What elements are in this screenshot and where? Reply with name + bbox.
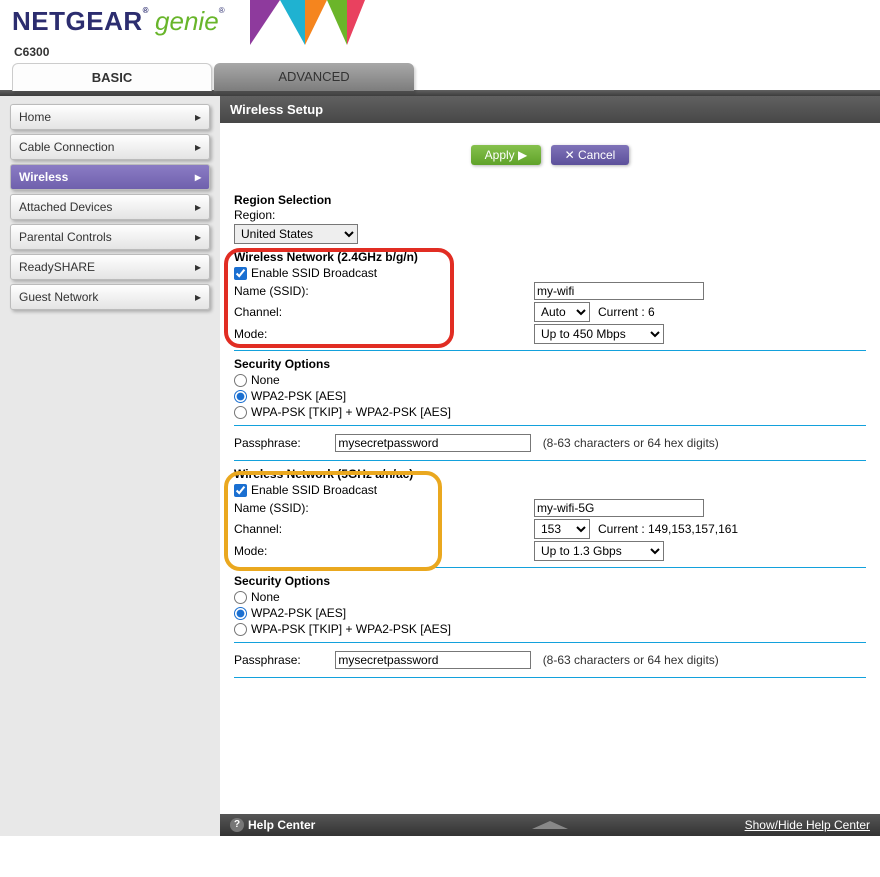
region-head: Region Selection xyxy=(234,193,866,207)
w24-channel-select[interactable]: Auto xyxy=(534,302,590,322)
sidebar-item-cable-connection[interactable]: Cable Connection ▸ xyxy=(10,134,210,160)
w5-enable-label: Enable SSID Broadcast xyxy=(251,483,377,497)
tab-basic[interactable]: BASIC xyxy=(12,63,212,91)
w5-enable-ssid-checkbox[interactable] xyxy=(234,484,247,497)
sec24-none-label: None xyxy=(251,373,280,387)
sec24-pass-input[interactable] xyxy=(335,434,531,452)
help-footer: ?Help Center Show/Hide Help Center xyxy=(220,814,880,836)
w24-mode-select[interactable]: Up to 450 Mbps xyxy=(534,324,664,344)
page-title: Wireless Setup xyxy=(220,96,880,123)
w5-channel-select[interactable]: 153 xyxy=(534,519,590,539)
sec5-pass-label: Passphrase: xyxy=(234,653,332,667)
sidebar-item-label: Cable Connection xyxy=(19,135,114,159)
sec24-mixed-label: WPA-PSK [TKIP] + WPA2-PSK [AES] xyxy=(251,405,451,419)
sidebar-item-label: ReadySHARE xyxy=(19,255,95,279)
chevron-right-icon: ▸ xyxy=(195,225,201,249)
sec24-wpa2-label: WPA2-PSK [AES] xyxy=(251,389,346,403)
w5-channel-current: Current : 149,153,157,161 xyxy=(598,522,738,536)
help-center-link[interactable]: ?Help Center xyxy=(230,818,315,832)
sec5-mixed-label: WPA-PSK [TKIP] + WPA2-PSK [AES] xyxy=(251,622,451,636)
apply-button[interactable]: Apply ▶ xyxy=(471,145,542,165)
model-label: C6300 xyxy=(0,39,880,63)
chevron-right-icon: ▸ xyxy=(195,285,201,309)
sidebar-item-parental-controls[interactable]: Parental Controls ▸ xyxy=(10,224,210,250)
sec5-pass-hint: (8-63 characters or 64 hex digits) xyxy=(543,653,719,667)
w5-mode-select[interactable]: Up to 1.3 Gbps xyxy=(534,541,664,561)
sidebar-item-attached-devices[interactable]: Attached Devices ▸ xyxy=(10,194,210,220)
chevron-right-icon: ▸ xyxy=(195,105,201,129)
sidebar-item-readyshare[interactable]: ReadySHARE ▸ xyxy=(10,254,210,280)
sec24-mixed-radio[interactable] xyxy=(234,406,247,419)
sidebar-item-label: Parental Controls xyxy=(19,225,112,249)
sec24-pass-label: Passphrase: xyxy=(234,436,332,450)
chevron-right-icon: ▸ xyxy=(195,255,201,279)
sidebar: Home ▸ Cable Connection ▸ Wireless ▸ Attach… xyxy=(0,96,220,836)
w5-mode-label: Mode: xyxy=(234,544,534,558)
w24-channel-label: Channel: xyxy=(234,305,534,319)
w24-enable-ssid-checkbox[interactable] xyxy=(234,267,247,280)
sidebar-item-label: Wireless xyxy=(19,165,68,189)
sec5-mixed-radio[interactable] xyxy=(234,623,247,636)
sidebar-item-wireless[interactable]: Wireless ▸ xyxy=(10,164,210,190)
caret-up-icon[interactable] xyxy=(532,821,568,829)
help-icon: ? xyxy=(230,818,244,832)
brand-name: NETGEAR® xyxy=(12,6,149,37)
w24-name-label: Name (SSID): xyxy=(234,284,534,298)
brand-sup: ® xyxy=(143,6,149,15)
brand-product: genie® xyxy=(155,6,225,37)
w5-ssid-input[interactable] xyxy=(534,499,704,517)
chevron-right-icon: ▸ xyxy=(195,165,201,189)
w24-ssid-input[interactable] xyxy=(534,282,704,300)
sec24-pass-hint: (8-63 characters or 64 hex digits) xyxy=(543,436,719,450)
sec5-wpa2-label: WPA2-PSK [AES] xyxy=(251,606,346,620)
tab-advanced[interactable]: ADVANCED xyxy=(214,63,414,91)
sec24-wpa2-radio[interactable] xyxy=(234,390,247,403)
sec5-wpa2-radio[interactable] xyxy=(234,607,247,620)
w24-head: Wireless Network (2.4GHz b/g/n) xyxy=(234,250,866,264)
w24-enable-label: Enable SSID Broadcast xyxy=(251,266,377,280)
brand-product-sup: ® xyxy=(219,6,225,15)
sidebar-item-label: Guest Network xyxy=(19,285,98,309)
sec5-pass-input[interactable] xyxy=(335,651,531,669)
sidebar-item-guest-network[interactable]: Guest Network ▸ xyxy=(10,284,210,310)
chevron-right-icon: ▸ xyxy=(195,195,201,219)
w24-channel-current: Current : 6 xyxy=(598,305,655,319)
sidebar-item-label: Home xyxy=(19,105,51,129)
sidebar-item-label: Attached Devices xyxy=(19,195,112,219)
sec24-none-radio[interactable] xyxy=(234,374,247,387)
sidebar-item-home[interactable]: Home ▸ xyxy=(10,104,210,130)
sec24-head: Security Options xyxy=(234,357,866,371)
cancel-button[interactable]: ✕ Cancel xyxy=(551,145,630,165)
region-select[interactable]: United States xyxy=(234,224,358,244)
w5-head: Wireless Network (5GHz a/n/ac) xyxy=(234,467,866,481)
w24-mode-label: Mode: xyxy=(234,327,534,341)
show-hide-help-link[interactable]: Show/Hide Help Center xyxy=(745,818,870,832)
chevron-right-icon: ▸ xyxy=(195,135,201,159)
sec5-head: Security Options xyxy=(234,574,866,588)
w5-channel-label: Channel: xyxy=(234,522,534,536)
logo-shapes xyxy=(250,0,365,45)
sec5-none-radio[interactable] xyxy=(234,591,247,604)
w5-name-label: Name (SSID): xyxy=(234,501,534,515)
sec5-none-label: None xyxy=(251,590,280,604)
region-label: Region: xyxy=(234,208,866,222)
